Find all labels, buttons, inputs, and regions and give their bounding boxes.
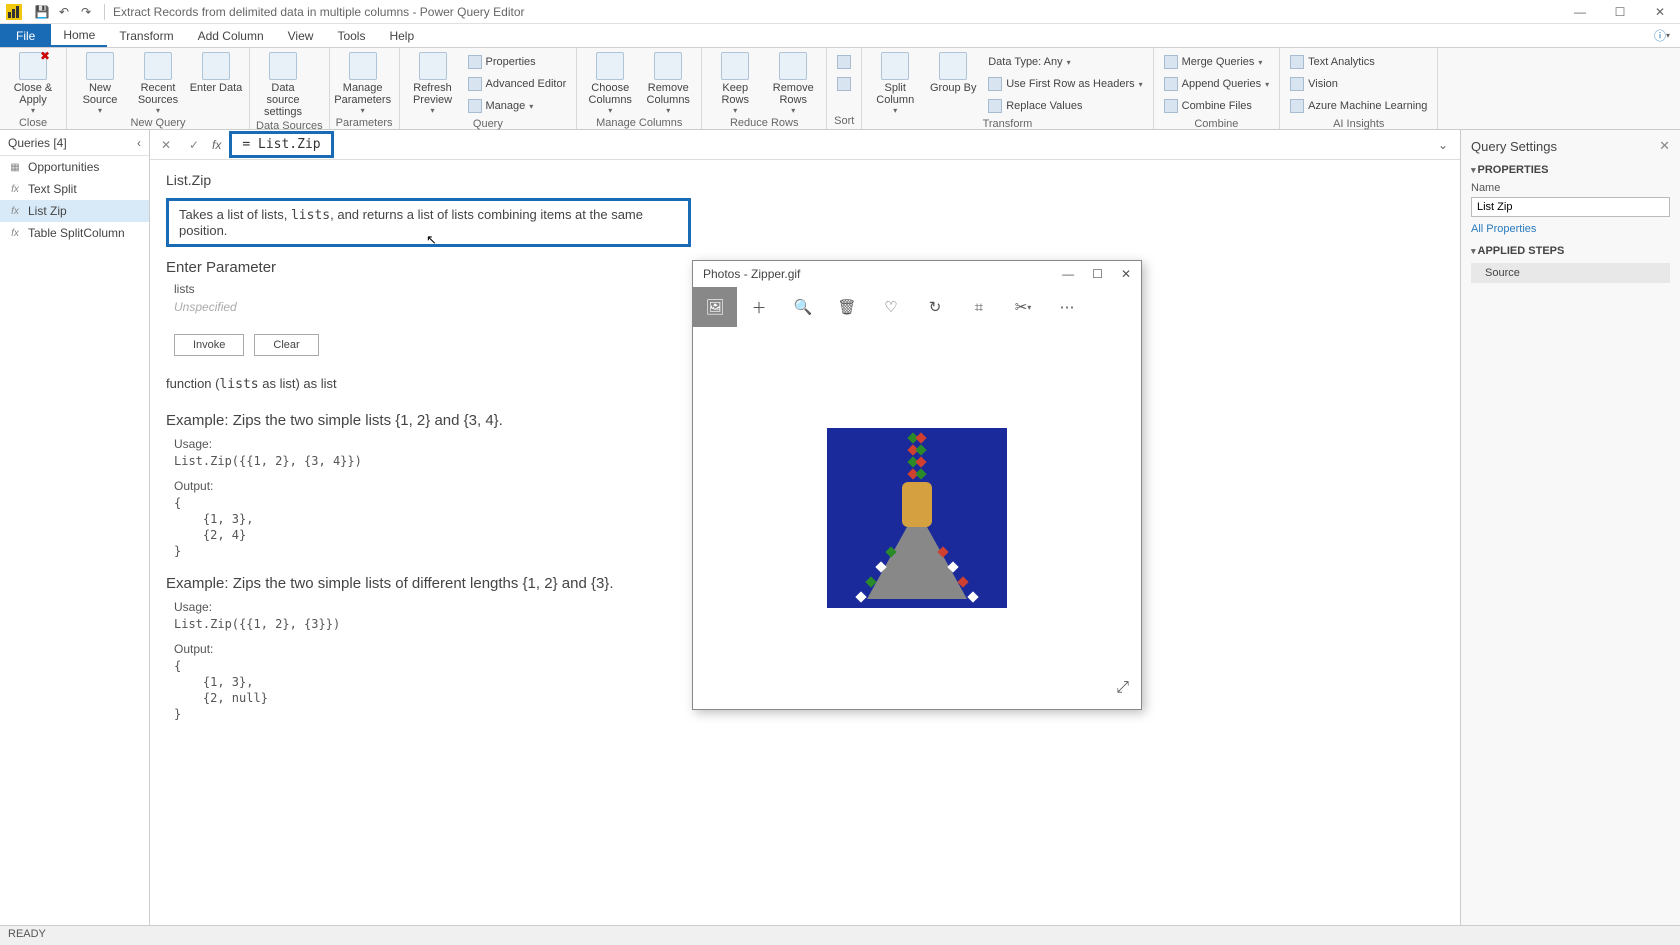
data-type-button[interactable]: Data Type: Any ▾ xyxy=(984,52,1146,72)
window-title: Extract Records from delimited data in m… xyxy=(109,5,525,19)
expand-formula-icon[interactable]: ⌄ xyxy=(1438,138,1454,152)
status-text: READY xyxy=(8,928,46,940)
query-settings-title: Query Settings ✕ xyxy=(1471,138,1670,154)
group-by-button[interactable]: Group By xyxy=(926,50,980,94)
photos-toolbar: 🖼 ＋ 🔍 🗑 ♡ ↻ ⌗ ✂ ▾ ⋯ xyxy=(693,287,1141,327)
formula-bar: ✕ ✓ fx = List.Zip ⌄ xyxy=(150,130,1460,160)
collapse-queries-icon[interactable]: ‹ xyxy=(137,136,141,150)
tab-tools[interactable]: Tools xyxy=(325,24,377,47)
zipper-image xyxy=(827,428,1007,608)
redo-icon[interactable]: ↷ xyxy=(78,4,94,20)
tab-transform[interactable]: Transform xyxy=(107,24,185,47)
remove-rows-button[interactable]: Remove Rows▾ xyxy=(766,50,820,115)
cursor-icon: ↖ xyxy=(426,232,437,248)
all-properties-link[interactable]: All Properties xyxy=(1471,223,1670,235)
step-source[interactable]: Source xyxy=(1471,263,1670,283)
ribbon: ✖ Close & Apply▾ Close New Source▾ Recen… xyxy=(0,48,1680,130)
cancel-formula-icon[interactable]: ✕ xyxy=(156,135,176,155)
applied-steps-section: APPLIED STEPS xyxy=(1471,245,1670,257)
photos-zoom-icon[interactable]: 🔍 xyxy=(781,287,825,327)
manage-parameters-button[interactable]: Manage Parameters▾ xyxy=(336,50,390,115)
help-icon[interactable]: ⓘ ▾ xyxy=(1644,24,1680,47)
function-icon: fx xyxy=(8,204,22,218)
photos-favorite-icon[interactable]: ♡ xyxy=(869,287,913,327)
combine-files-button[interactable]: Combine Files xyxy=(1160,96,1274,116)
app-icon xyxy=(4,2,24,22)
enter-data-button[interactable]: Enter Data xyxy=(189,50,243,94)
photos-delete-icon[interactable]: 🗑 xyxy=(825,287,869,327)
tab-add-column[interactable]: Add Column xyxy=(186,24,276,47)
queries-header: Queries [4] ‹ xyxy=(0,130,149,156)
query-settings-panel: Query Settings ✕ PROPERTIES Name All Pro… xyxy=(1460,130,1680,925)
keep-rows-button[interactable]: Keep Rows▾ xyxy=(708,50,762,115)
remove-columns-button[interactable]: Remove Columns▾ xyxy=(641,50,695,115)
table-icon: ▦ xyxy=(8,160,22,174)
function-name: List.Zip xyxy=(166,172,1444,188)
data-source-settings-button[interactable]: Data source settings xyxy=(256,50,310,118)
tab-home[interactable]: Home xyxy=(51,24,107,47)
commit-formula-icon[interactable]: ✓ xyxy=(184,135,204,155)
queries-panel: Queries [4] ‹ ▦ Opportunities fx Text Sp… xyxy=(0,130,150,925)
close-settings-icon[interactable]: ✕ xyxy=(1659,138,1670,154)
photos-close-button[interactable]: ✕ xyxy=(1121,267,1131,281)
close-button[interactable]: ✕ xyxy=(1640,0,1680,24)
quick-access-toolbar: 💾 ↶ ↷ xyxy=(28,4,100,20)
file-tab[interactable]: File xyxy=(0,24,51,47)
photos-fullscreen-icon[interactable]: ⤢ xyxy=(1116,679,1129,697)
menu-bar: File Home Transform Add Column View Tool… xyxy=(0,24,1680,48)
photos-rotate-icon[interactable]: ↻ xyxy=(913,287,957,327)
manage-button[interactable]: Manage ▾ xyxy=(464,96,571,116)
tab-view[interactable]: View xyxy=(276,24,326,47)
new-source-button[interactable]: New Source▾ xyxy=(73,50,127,115)
formula-input[interactable]: = List.Zip xyxy=(229,131,333,158)
maximize-button[interactable]: ☐ xyxy=(1600,0,1640,24)
append-queries-button[interactable]: Append Queries ▾ xyxy=(1160,74,1274,94)
close-apply-button[interactable]: ✖ Close & Apply▾ xyxy=(6,50,60,115)
undo-icon[interactable]: ↶ xyxy=(56,4,72,20)
photos-edit-icon[interactable]: ✂ ▾ xyxy=(1001,287,1045,327)
title-bar: 💾 ↶ ↷ Extract Records from delimited dat… xyxy=(0,0,1680,24)
function-icon: fx xyxy=(8,226,22,240)
merge-queries-button[interactable]: Merge Queries ▾ xyxy=(1160,52,1274,72)
azure-ml-button[interactable]: Azure Machine Learning xyxy=(1286,96,1431,116)
properties-button[interactable]: Properties xyxy=(464,52,571,72)
replace-values-button[interactable]: Replace Values xyxy=(984,96,1146,116)
sort-desc-button[interactable] xyxy=(833,74,855,94)
status-bar: READY xyxy=(0,925,1680,945)
query-item-text-split[interactable]: fx Text Split xyxy=(0,178,149,200)
photos-more-icon[interactable]: ⋯ xyxy=(1045,287,1089,327)
tab-help[interactable]: Help xyxy=(377,24,426,47)
query-item-opportunities[interactable]: ▦ Opportunities xyxy=(0,156,149,178)
photos-add-icon[interactable]: ＋ xyxy=(737,287,781,327)
refresh-preview-button[interactable]: Refresh Preview▾ xyxy=(406,50,460,115)
photos-canvas: ⤢ xyxy=(693,327,1141,709)
photos-titlebar[interactable]: Photos - Zipper.gif — ☐ ✕ xyxy=(693,261,1141,287)
text-analytics-button[interactable]: Text Analytics xyxy=(1286,52,1431,72)
query-item-table-splitcolumn[interactable]: fx Table SplitColumn xyxy=(0,222,149,244)
photos-maximize-button[interactable]: ☐ xyxy=(1092,267,1103,281)
advanced-editor-button[interactable]: Advanced Editor xyxy=(464,74,571,94)
first-row-headers-button[interactable]: Use First Row as Headers ▾ xyxy=(984,74,1146,94)
properties-section: PROPERTIES xyxy=(1471,164,1670,176)
photos-crop-icon[interactable]: ⌗ xyxy=(957,287,1001,327)
recent-sources-button[interactable]: Recent Sources▾ xyxy=(131,50,185,115)
clear-button[interactable]: Clear xyxy=(254,334,318,356)
query-name-input[interactable] xyxy=(1471,197,1670,217)
name-label: Name xyxy=(1471,182,1670,194)
invoke-button[interactable]: Invoke xyxy=(174,334,244,356)
vision-button[interactable]: Vision xyxy=(1286,74,1431,94)
split-column-button[interactable]: Split Column▾ xyxy=(868,50,922,115)
sort-asc-button[interactable] xyxy=(833,52,855,72)
fx-icon[interactable]: fx xyxy=(212,138,221,152)
photos-view-icon[interactable]: 🖼 xyxy=(693,287,737,327)
function-icon: fx xyxy=(8,182,22,196)
window-controls: — ☐ ✕ xyxy=(1560,0,1680,24)
photos-window[interactable]: Photos - Zipper.gif — ☐ ✕ 🖼 ＋ 🔍 🗑 ♡ ↻ ⌗ … xyxy=(692,260,1142,710)
photos-title-text: Photos - Zipper.gif xyxy=(703,267,800,281)
query-item-list-zip[interactable]: fx List Zip xyxy=(0,200,149,222)
minimize-button[interactable]: — xyxy=(1560,0,1600,24)
choose-columns-button[interactable]: Choose Columns▾ xyxy=(583,50,637,115)
photos-minimize-button[interactable]: — xyxy=(1062,267,1074,281)
save-icon[interactable]: 💾 xyxy=(34,4,50,20)
